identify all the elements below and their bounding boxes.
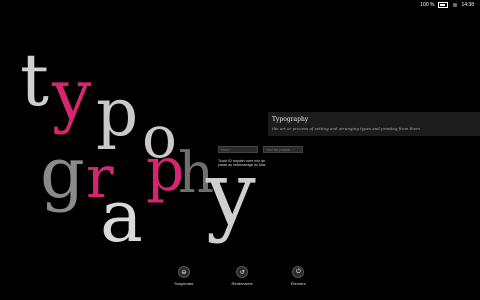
- sleep-button[interactable]: ⊖ Suspendre: [174, 266, 194, 286]
- wordmark-letter: t: [20, 38, 49, 122]
- wordmark-letter: p: [96, 74, 139, 151]
- battery-icon: [438, 2, 449, 8]
- definition-title: Typography: [272, 116, 309, 123]
- restart-label: Redémarrer: [231, 281, 253, 286]
- shutdown-label: Éteindre: [290, 281, 306, 286]
- restart-icon: ↺: [236, 266, 249, 278]
- login-form: Touch ID requiert votre mot de passe au …: [218, 136, 304, 168]
- status-bar: 100 % ≋ 14:38: [420, 0, 474, 10]
- wordmark-letter: a: [100, 174, 143, 258]
- sleep-label: Suspendre: [174, 281, 194, 286]
- power-options: ⊖ Suspendre ↺ Redémarrer ⏻ Éteindre: [0, 266, 480, 286]
- wifi-icon: ≋: [452, 2, 458, 9]
- time-text: 14:38: [461, 2, 474, 8]
- restart-button[interactable]: ↺ Redémarrer: [232, 266, 253, 286]
- power-icon: ⏻: [292, 266, 305, 278]
- username-field[interactable]: [218, 146, 258, 153]
- wordmark-letter: y: [52, 54, 92, 136]
- definition-panel: Typography the art or process of setting…: [268, 112, 480, 136]
- wordmark-letter: g: [40, 132, 85, 214]
- password-field[interactable]: [263, 146, 304, 153]
- shutdown-button[interactable]: ⏻ Éteindre: [291, 266, 306, 286]
- definition-text: the art or process of setting and arrang…: [272, 126, 420, 131]
- touchid-message: Touch ID requiert votre mot de passe au …: [218, 159, 266, 168]
- sleep-icon: ⊖: [177, 266, 190, 278]
- battery-text: 100 %: [420, 2, 435, 8]
